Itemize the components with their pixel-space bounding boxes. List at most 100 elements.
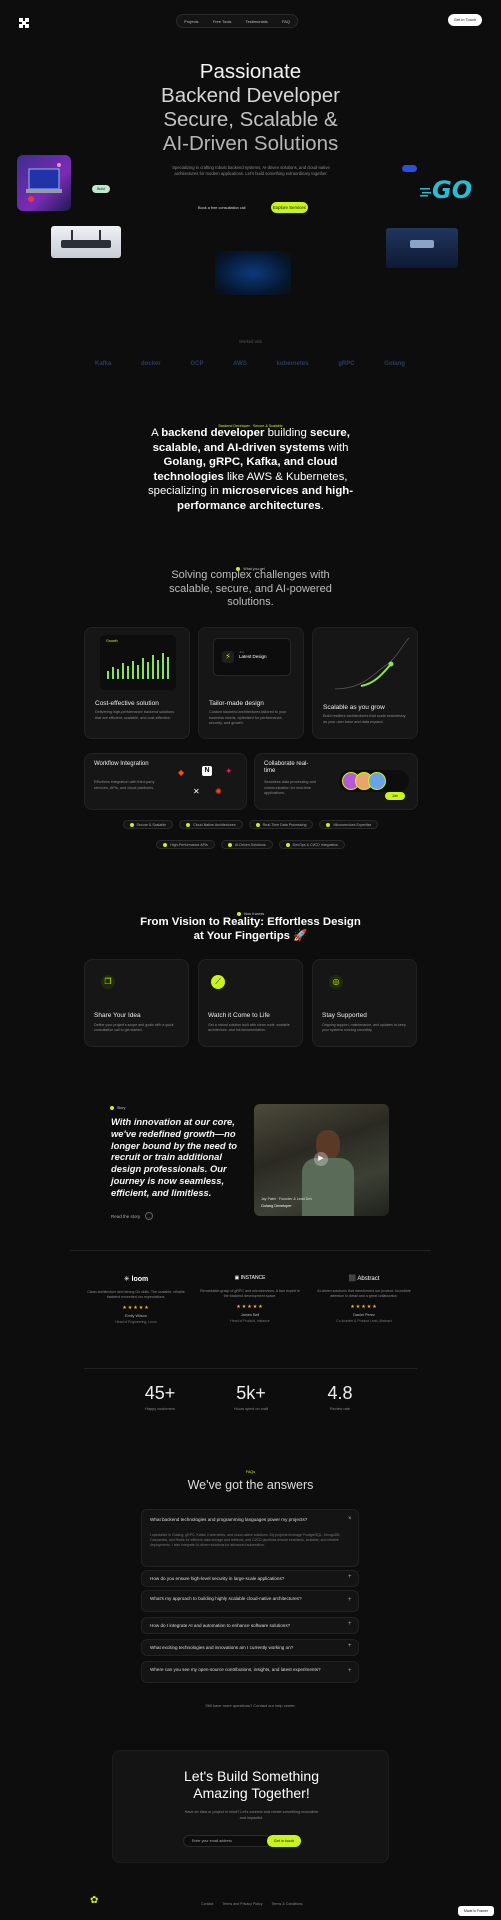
- brush-icon: ⟋: [211, 975, 225, 989]
- brand-logo-icon[interactable]: [19, 15, 29, 28]
- collab-desc: Seamless data processing and communicati…: [264, 780, 316, 795]
- widget-title: Latest Design: [239, 654, 267, 659]
- rating-stars: ★★★★★: [350, 1304, 378, 1311]
- footer-link-terms[interactable]: Terms & Conditions: [272, 1902, 303, 1906]
- plus-icon[interactable]: +: [348, 1574, 352, 1580]
- get-in-touch-button[interactable]: Get in Touch: [448, 14, 482, 26]
- testimonial-quote: Remarkable grasp of gRPC and microservic…: [200, 1289, 300, 1299]
- explore-services-button[interactable]: Explore Services: [271, 202, 308, 213]
- growth-bars: [107, 653, 169, 679]
- collab-title: Collaborate real-time: [264, 761, 309, 774]
- faq-item-open[interactable]: What backend technologies and programmin…: [141, 1509, 359, 1567]
- zapier-icon: ✺: [215, 787, 222, 796]
- worked-with-label: Worked with: [239, 339, 262, 344]
- device-illustration: [386, 228, 458, 268]
- statement-text: building: [264, 427, 311, 439]
- nav-faq[interactable]: FAQ: [282, 19, 290, 24]
- github-icon[interactable]: ✿: [90, 1895, 102, 1907]
- avatar: [368, 772, 386, 790]
- testimonial-name: Emily Wilson: [125, 1314, 147, 1319]
- testimonial-role: Head of Product, Instance: [230, 1319, 270, 1324]
- plus-icon[interactable]: +: [348, 1668, 352, 1674]
- faq-item[interactable]: What exciting technologies and innovatio…: [141, 1639, 359, 1656]
- faq-question: What exciting technologies and innovatio…: [150, 1645, 294, 1650]
- read-story-link[interactable]: Read the story →: [111, 1212, 153, 1220]
- testimonial-role: Head of Engineering, Loom: [115, 1320, 157, 1325]
- footer-link-privacy[interactable]: Terms and Privacy Policy: [222, 1902, 262, 1906]
- design-widget: ⚡ Latest Design Jira: [213, 638, 291, 676]
- faq-item[interactable]: How do I integrate AI and automation to …: [141, 1617, 359, 1634]
- abstract-logo-icon: ⬛ Abstract: [348, 1276, 380, 1282]
- testimonial-quote: Clean architecture and strong Go skills.…: [87, 1290, 185, 1300]
- story-badge: Story: [110, 1096, 125, 1114]
- cta-desc: Have an idea or project in mind? Let's c…: [184, 1810, 319, 1820]
- figma-icon: ◆: [178, 768, 185, 777]
- golang-logo-icon: Golang: [384, 361, 405, 367]
- support-icon: ◎: [329, 975, 343, 989]
- story-video[interactable]: ▶ Jay Patel · Founder & Lead Dev Golang …: [254, 1104, 389, 1216]
- instance-logo-icon: ▣ INSTANCE: [234, 1275, 266, 1281]
- notion-icon: N: [202, 766, 212, 776]
- feature-card-design: ⚡ Latest Design Jira Tailor-made design …: [198, 627, 304, 739]
- join-button[interactable]: Join: [385, 792, 405, 800]
- x-icon: ✕: [193, 787, 200, 796]
- section-divider: [84, 1368, 417, 1369]
- plus-icon[interactable]: +: [348, 1643, 352, 1649]
- testimonial-1: ✳ loom Clean architecture and strong Go …: [86, 1275, 186, 1324]
- consultation-link[interactable]: Book a free consultation call: [198, 206, 260, 210]
- made-in-framer-badge[interactable]: Made in Framer: [458, 1906, 494, 1916]
- tag-pill: Secure & Scalable: [122, 820, 174, 829]
- logo-row: Kafka docker GCP AWS kubernetes gRPC Gol…: [95, 361, 405, 367]
- step-desc-idea: Define your project's scope and goals wi…: [94, 1023, 174, 1033]
- footer-link-contact[interactable]: Contact: [201, 1902, 213, 1906]
- faq-item[interactable]: How do you ensure high-level security in…: [141, 1570, 359, 1587]
- stat-value: 45+: [144, 1383, 176, 1403]
- kubernetes-logo-icon: kubernetes: [276, 361, 309, 367]
- statement-emphasis: backend developer: [161, 427, 265, 439]
- tags-row-2: High-Performance APIs AI-Driven Solution…: [0, 840, 501, 849]
- faq-item[interactable]: What's my approach to building highly sc…: [141, 1590, 359, 1612]
- stat-review: 4.8 Review rate: [310, 1383, 370, 1411]
- docker-logo-icon: docker: [141, 361, 161, 367]
- feature-title-scalable: Scalable as you grow: [323, 704, 385, 711]
- cta-card: Let's Build Something Amazing Together! …: [112, 1750, 389, 1863]
- stat-label: Hours spent on craft: [233, 1407, 269, 1411]
- router-illustration: [51, 226, 121, 258]
- tag-pill: Cloud-Native Architectures: [179, 820, 243, 829]
- cube-icon: ❒: [101, 975, 115, 989]
- step-card-build: ⟋ Watch it Come to Life Get a robust sol…: [198, 959, 303, 1047]
- stat-value: 5k+: [236, 1383, 266, 1403]
- play-icon[interactable]: ▶: [314, 1152, 328, 1166]
- faq-question: How do I integrate AI and automation to …: [150, 1623, 291, 1628]
- email-input[interactable]: Enter your email address: [183, 1835, 271, 1847]
- nav-free-tools[interactable]: Free Tools: [213, 19, 232, 24]
- gcp-logo-icon: GCP: [190, 361, 204, 367]
- workflow-card: Workflow Integration Effortless integrat…: [84, 753, 247, 810]
- step-title-idea: Share Your Idea: [94, 1012, 141, 1019]
- close-icon[interactable]: ×: [348, 1516, 352, 1522]
- arrow-right-icon: →: [144, 1212, 153, 1220]
- stat-hours: 5k+ Hours spent on craft: [221, 1383, 281, 1411]
- nav-projects[interactable]: Projects: [184, 19, 198, 24]
- go-speed-lines: [420, 184, 432, 197]
- get-in-touch-cta-button[interactable]: Get in touch: [267, 1835, 301, 1847]
- feature-desc-scalable: Build resilient architectures that scale…: [323, 714, 406, 724]
- faq-help-text[interactable]: Still have more questions? Contact our h…: [160, 1703, 341, 1708]
- faq-item[interactable]: Where can you see my open-source contrib…: [141, 1661, 359, 1683]
- nav-testimonials[interactable]: Testimonials: [246, 19, 268, 24]
- go-logo-icon: GO: [432, 176, 472, 204]
- growth-chart-widget: Growth: [100, 635, 176, 690]
- tag-pill: AI-Driven Solutions: [220, 840, 273, 849]
- plus-icon[interactable]: +: [348, 1621, 352, 1627]
- step-title-build: Watch it Come to Life: [208, 1012, 270, 1019]
- footer-links: Contact Terms and Privacy Policy Terms &…: [201, 1902, 303, 1906]
- slack-icon: ✦: [225, 766, 233, 776]
- widget-subtitle: Jira: [239, 650, 244, 654]
- feature-card-scalable: Scalable as you grow Build resilient arc…: [312, 627, 418, 739]
- plus-icon[interactable]: +: [348, 1597, 352, 1603]
- rating-stars: ★★★★★: [122, 1305, 150, 1312]
- cta-heading-line-1: Let's Build Something: [184, 1768, 319, 1784]
- stat-value: 4.8: [327, 1383, 353, 1403]
- laptop-illustration: [17, 155, 71, 211]
- step-title-support: Stay Supported: [322, 1012, 367, 1019]
